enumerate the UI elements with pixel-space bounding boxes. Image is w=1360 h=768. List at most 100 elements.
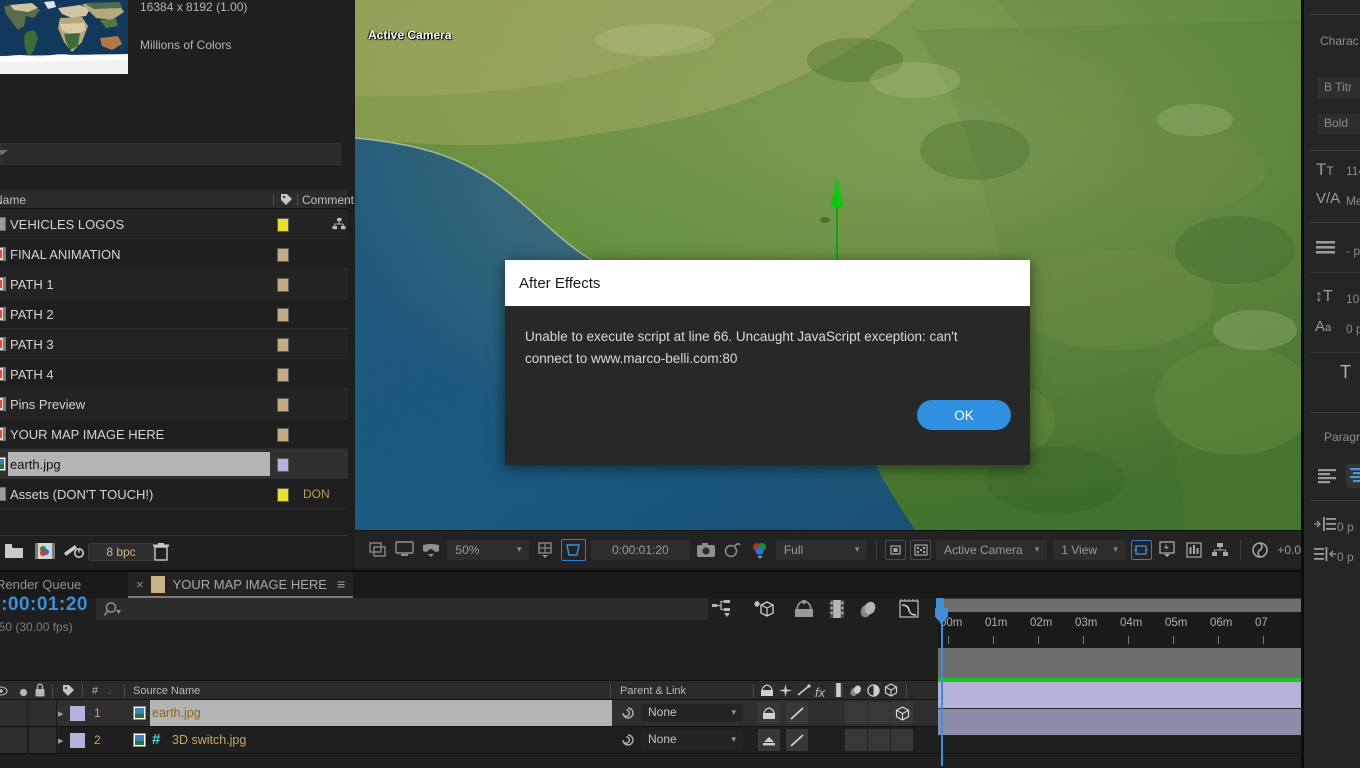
audio-toggle[interactable] [29, 727, 57, 753]
project-item-row[interactable]: Assets (DON'T TOUCH!) DON [0, 479, 348, 509]
layer-clip-bar-2[interactable] [938, 709, 1301, 735]
project-item-label-swatch[interactable] [277, 278, 289, 292]
switch-effects[interactable] [845, 729, 867, 751]
project-item-namebox[interactable]: Pins Preview [8, 392, 270, 416]
show-snapshot-icon[interactable] [722, 539, 745, 561]
project-item-label-swatch[interactable] [277, 398, 289, 412]
project-item-row[interactable]: PATH 1 [0, 269, 348, 299]
audio-toggle[interactable] [29, 700, 57, 726]
draft-3d-icon[interactable] [753, 599, 777, 621]
project-item-namebox[interactable]: PATH 1 [8, 272, 270, 296]
project-item-namebox[interactable]: PATH 4 [8, 362, 270, 386]
expand-layer-arrow-icon[interactable]: ▸ [58, 707, 64, 720]
project-item-label-swatch[interactable] [277, 308, 289, 322]
column-header-comment[interactable]: Comment [302, 193, 354, 207]
project-item-namebox[interactable]: earth.jpg [8, 452, 270, 476]
parent-pick-whip-icon[interactable] [620, 732, 636, 748]
video-toggle[interactable] [0, 727, 28, 753]
switch-motion-blur[interactable] [868, 702, 890, 724]
project-item-label-swatch[interactable] [277, 218, 289, 232]
take-snapshot-icon[interactable] [695, 539, 718, 561]
project-item-row[interactable]: PATH 4 [0, 359, 348, 389]
project-item-row[interactable]: VEHICLES LOGOS [0, 209, 348, 239]
align-center-icon[interactable] [1346, 464, 1360, 491]
project-item-namebox[interactable]: PATH 3 [8, 332, 270, 356]
comp-flowchart-icon[interactable] [332, 218, 346, 231]
project-settings-icon[interactable] [62, 542, 84, 562]
delete-icon[interactable] [152, 542, 172, 562]
transparency-grid-icon[interactable] [885, 539, 907, 560]
close-icon[interactable]: × [136, 577, 144, 592]
project-item-label-swatch[interactable] [277, 428, 289, 442]
font-style-field[interactable]: Bold [1318, 114, 1360, 134]
effects-icon[interactable]: fx [815, 685, 825, 700]
grid-guides-icon[interactable] [534, 539, 557, 561]
comp-flowchart-icon[interactable] [1209, 539, 1232, 561]
resolution-dropdown[interactable]: Full ▾ [775, 539, 868, 560]
vr-view-icon[interactable] [420, 539, 443, 561]
timeline-search-input[interactable] [96, 598, 708, 620]
magnification-dropdown[interactable]: 50% ▾ [447, 539, 530, 560]
project-item-namebox[interactable]: FINAL ANIMATION [8, 242, 270, 266]
motion-blur-icon[interactable] [858, 599, 882, 621]
alpha-boundary-icon[interactable] [910, 539, 932, 560]
bit-depth-button[interactable]: 8 bpc [88, 543, 154, 561]
project-item-label-swatch[interactable] [277, 338, 289, 352]
exposure-value[interactable]: +0.0 [1277, 543, 1301, 557]
project-item-label-swatch[interactable] [277, 458, 289, 472]
switch-3d-layer[interactable] [891, 702, 913, 724]
baseline-shift-value[interactable]: 0 p [1346, 322, 1360, 336]
project-item-label-swatch[interactable] [277, 368, 289, 382]
paragraph-panel-title[interactable]: Paragr [1324, 430, 1360, 444]
parent-pick-whip-icon[interactable] [620, 705, 636, 721]
project-item-namebox[interactable]: PATH 2 [8, 302, 270, 326]
vertical-scale-value[interactable]: 100 [1346, 292, 1360, 306]
column-header-source-name[interactable]: Source Name [133, 685, 200, 697]
new-folder-icon[interactable] [4, 542, 24, 562]
leading-value[interactable]: - p [1346, 244, 1360, 258]
switch-effects[interactable] [845, 702, 867, 724]
channels-icon[interactable] [748, 539, 771, 561]
video-toggle[interactable] [0, 700, 28, 726]
graph-editor-icon[interactable] [898, 599, 922, 621]
timeline-work-area-bar[interactable] [938, 598, 1301, 612]
switch-motion-blur[interactable] [868, 729, 890, 751]
indent-left-value[interactable]: 0 p [1337, 520, 1354, 534]
switch-quality[interactable] [786, 702, 808, 724]
view-camera-dropdown[interactable]: Active Camera ▾ [936, 539, 1048, 560]
ok-button[interactable]: OK [917, 400, 1011, 430]
timeline-current-time[interactable]: 0:00:01:20 [0, 594, 88, 616]
font-size-value[interactable]: 114 [1346, 164, 1360, 178]
tab-render-queue[interactable]: Render Queue [0, 577, 81, 592]
frame-blending-icon[interactable] [826, 599, 850, 621]
column-header-tag-icon[interactable] [280, 193, 293, 209]
layer-label-swatch[interactable] [70, 733, 85, 748]
main-viewer-icon[interactable] [393, 539, 416, 561]
pixel-aspect-icon[interactable] [1130, 539, 1152, 560]
type-tool-glyph-icon[interactable]: T [1340, 362, 1351, 383]
kerning-value[interactable]: Me [1346, 194, 1360, 208]
work-area-start-marker[interactable] [936, 598, 944, 612]
project-item-row[interactable]: earth.jpg [0, 449, 348, 479]
current-time-field[interactable]: 0:00:01:20 [590, 539, 690, 560]
project-item-row[interactable]: PATH 3 [0, 329, 348, 359]
project-item-namebox[interactable]: VEHICLES LOGOS [8, 212, 270, 236]
exposure-icon[interactable] [1249, 539, 1272, 561]
project-item-row[interactable]: PATH 2 [0, 299, 348, 329]
panel-collapse-caret-icon[interactable] [0, 150, 8, 155]
timeline-time-ruler[interactable]: 00m 01m 02m 03m 04m 05m 06m 07 [938, 612, 1301, 648]
parent-dropdown[interactable]: None ▾ [641, 704, 743, 722]
project-item-namebox[interactable]: Assets (DON'T TOUCH!) [8, 482, 270, 506]
view-layout-dropdown[interactable]: 1 View ▾ [1053, 539, 1126, 560]
parent-dropdown[interactable]: None ▾ [641, 731, 743, 749]
composition-mini-flowchart-icon[interactable] [712, 599, 736, 621]
project-search-input[interactable] [0, 143, 341, 165]
font-family-field[interactable]: B Titr [1318, 78, 1360, 98]
always-preview-icon[interactable] [366, 539, 389, 561]
switch-shy[interactable] [758, 729, 780, 751]
project-item-row[interactable]: FINAL ANIMATION [0, 239, 348, 269]
expand-layer-arrow-icon[interactable]: ▸ [58, 734, 64, 747]
new-composition-icon[interactable] [34, 542, 55, 562]
project-item-row[interactable]: YOUR MAP IMAGE HERE [0, 419, 348, 449]
project-item-label-swatch[interactable] [277, 248, 289, 262]
